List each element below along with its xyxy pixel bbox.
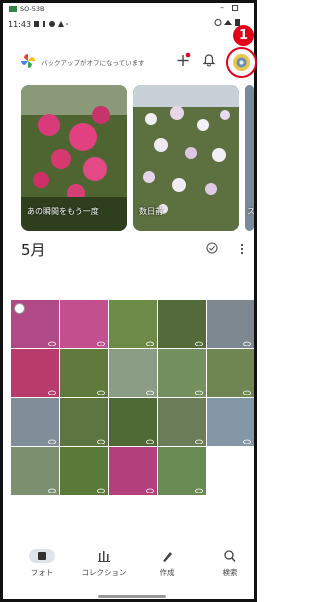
photo-tile[interactable]: [207, 349, 254, 397]
photo-tile[interactable]: [109, 447, 157, 495]
cloud-icon: [48, 439, 56, 444]
nav-label: フォト: [30, 568, 54, 577]
memory-label: あの瞬間をもう一度: [27, 207, 99, 216]
more-options-icon[interactable]: [239, 243, 245, 255]
status-bar: 11:43: [3, 17, 254, 31]
photo-tile[interactable]: [11, 349, 59, 397]
nav-label: 検索: [222, 568, 238, 577]
cloud-icon: [146, 439, 154, 444]
selection-check-icon[interactable]: [14, 303, 25, 314]
cloud-icon: [48, 390, 56, 395]
annotation-number-badge: 1: [233, 25, 254, 46]
cloud-icon: [195, 390, 203, 395]
photo-tile[interactable]: [158, 349, 206, 397]
cloud-icon: [195, 341, 203, 346]
photo-tile[interactable]: [207, 398, 254, 446]
cloud-icon: [146, 488, 154, 493]
window-title: SO-53B: [20, 5, 45, 13]
cloud-icon: [146, 390, 154, 395]
notifications-bell-icon[interactable]: [201, 52, 217, 68]
memory-card[interactable]: 数日前: [133, 85, 239, 231]
photo-tile[interactable]: [158, 300, 206, 348]
app-window-icon: [9, 6, 17, 12]
window-titlebar: SO-53B –: [3, 3, 254, 15]
cloud-icon: [97, 439, 105, 444]
photo-tile[interactable]: [60, 447, 108, 495]
photo-tile[interactable]: [11, 447, 59, 495]
add-plus-icon[interactable]: [174, 51, 192, 69]
photo-tile[interactable]: [11, 300, 59, 348]
nav-collections[interactable]: コレクション: [79, 549, 129, 578]
cloud-icon: [97, 390, 105, 395]
nav-search[interactable]: 検索: [205, 549, 255, 578]
nav-label: 作成: [159, 568, 175, 577]
status-time: 11:43: [8, 19, 32, 29]
nav-photos[interactable]: フォト: [17, 549, 67, 578]
collections-icon: [95, 549, 113, 563]
account-avatar-button[interactable]: [226, 47, 257, 78]
photo-tile[interactable]: [158, 398, 206, 446]
cloud-icon: [146, 341, 154, 346]
minimize-button[interactable]: –: [220, 3, 224, 12]
google-photos-logo-icon: [21, 54, 35, 68]
cloud-icon: [48, 488, 56, 493]
backup-status-text[interactable]: バックアップがオフになっています: [41, 57, 145, 67]
search-icon: [221, 549, 239, 563]
photo-tile[interactable]: [60, 300, 108, 348]
cloud-icon: [243, 390, 251, 395]
photos-icon: [29, 549, 55, 563]
photo-tile[interactable]: [60, 349, 108, 397]
gesture-home-bar[interactable]: [98, 595, 166, 598]
cloud-icon: [195, 488, 203, 493]
memory-card[interactable]: ス 新: [245, 85, 254, 231]
phone-frame: SO-53B – 11:43 バックアップがオフになっています 1 あの瞬間をも…: [0, 0, 257, 602]
cloud-icon: [243, 439, 251, 444]
select-all-check-icon[interactable]: [206, 242, 218, 254]
memory-card[interactable]: あの瞬間をもう一度: [21, 85, 127, 231]
photo-tile[interactable]: [109, 349, 157, 397]
avatar: [233, 54, 250, 71]
cloud-icon: [195, 439, 203, 444]
nav-create[interactable]: 作成: [142, 549, 192, 578]
status-icons-left: [34, 21, 68, 27]
memory-label: 数日前: [139, 207, 163, 216]
cloud-icon: [97, 488, 105, 493]
app-top-bar: バックアップがオフになっています: [3, 47, 254, 73]
photo-tile[interactable]: [109, 398, 157, 446]
memory-label: ス 新: [247, 207, 254, 216]
photo-tile[interactable]: [11, 398, 59, 446]
cloud-icon: [97, 341, 105, 346]
memories-carousel[interactable]: あの瞬間をもう一度 数日前 ス 新: [21, 85, 254, 231]
photo-tile[interactable]: [207, 300, 254, 348]
cloud-icon: [48, 341, 56, 346]
nav-label: コレクション: [81, 568, 127, 577]
create-icon: [158, 549, 176, 563]
month-section-title: 5月: [21, 241, 46, 259]
maximize-button[interactable]: [232, 5, 238, 11]
photo-tile[interactable]: [60, 398, 108, 446]
photo-tile[interactable]: [109, 300, 157, 348]
bottom-navigation: フォト コレクション 作成 検索: [3, 543, 254, 587]
photo-tile[interactable]: [158, 447, 206, 495]
avatar-image-icon: [233, 54, 250, 71]
cloud-icon: [243, 341, 251, 346]
